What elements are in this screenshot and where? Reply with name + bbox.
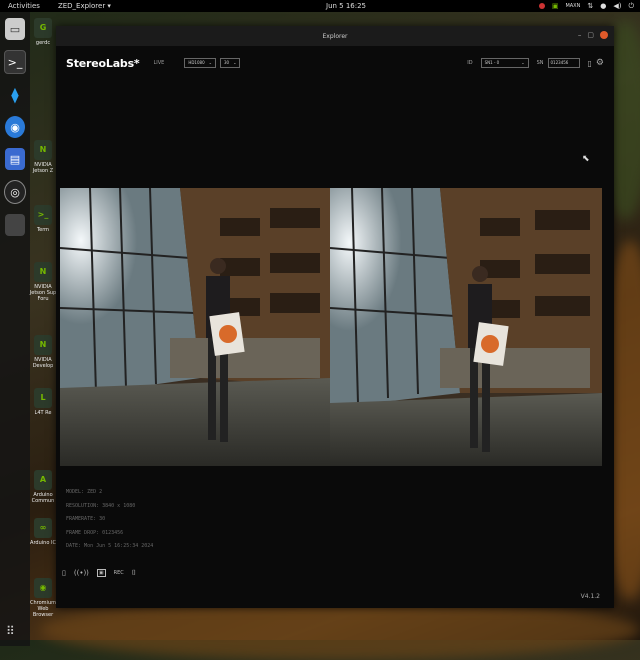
app-menu[interactable]: ZED_Explorer ▾ bbox=[58, 2, 111, 10]
stereo-view bbox=[60, 188, 602, 466]
app-blank-icon[interactable] bbox=[5, 214, 25, 236]
serial-select-value: SN1 - 0 bbox=[484, 60, 500, 65]
desktop-icon-label: NVIDIA Jetson Sup Foru bbox=[29, 284, 57, 302]
dock: ▭ >_ ⧫ ◉ ▤ ◎ ⠿ bbox=[0, 12, 30, 646]
nvidia-icon[interactable]: ▣ bbox=[552, 2, 559, 10]
chevron-down-icon: ⌄ bbox=[208, 60, 212, 65]
system-tray: ▣ MAXN ⇅ ● ◀) ⏻ bbox=[538, 2, 634, 11]
desktop-icon[interactable]: N NVIDIA Jetson Sup Foru bbox=[28, 262, 58, 302]
sn-input[interactable]: 0123456 bbox=[547, 58, 580, 68]
show-apps-icon[interactable]: ⠿ bbox=[6, 624, 15, 638]
desktop-app-icon: N bbox=[34, 262, 52, 282]
desktop-icon[interactable]: L L4T Re bbox=[28, 388, 58, 416]
vscode-icon[interactable]: ⧫ bbox=[5, 84, 25, 106]
rec-icon[interactable]: REC bbox=[114, 570, 124, 576]
desktop-icon[interactable]: A Arduino Commun bbox=[28, 470, 58, 504]
desktop-icon-label: Chromium Web Browser bbox=[30, 600, 56, 618]
desktop-app-icon: N bbox=[34, 140, 52, 160]
obs-icon[interactable]: ◎ bbox=[4, 180, 26, 204]
app-header: StereoLabs* LIVE HD1080 ⌄ 30 ⌄ ID SN1 - … bbox=[56, 46, 614, 80]
left-camera-view[interactable] bbox=[60, 188, 330, 466]
window-title: Explorer bbox=[322, 32, 348, 40]
close-icon[interactable] bbox=[600, 31, 608, 39]
resolution-select[interactable]: HD1080 ⌄ bbox=[184, 58, 216, 68]
folder-icon[interactable]: ▯ bbox=[62, 569, 66, 577]
desktop-icon[interactable]: >_ Term bbox=[28, 205, 58, 233]
chromium-icon[interactable]: ◉ bbox=[5, 116, 25, 138]
desktop-icon-label: NVIDIA Jetson Z bbox=[32, 162, 54, 174]
mouse-cursor-icon: ⬉ bbox=[582, 154, 590, 164]
desktop-icon[interactable]: ◉ Chromium Web Browser bbox=[28, 578, 58, 618]
clock[interactable]: Jun 5 16:25 bbox=[326, 2, 366, 10]
top-bar: Activities ZED_Explorer ▾ Jun 5 16:25 ▣ … bbox=[0, 0, 640, 12]
desktop-icon-label: gerdc bbox=[35, 40, 51, 46]
desktop-icon-label: Arduino IC bbox=[30, 540, 56, 546]
desktop-app-icon: G bbox=[34, 18, 52, 38]
title-bar[interactable]: Explorer – ▢ bbox=[56, 26, 614, 46]
info-framerate: FRAMERATE: 30 bbox=[66, 516, 106, 522]
text-editor-icon[interactable]: ▤ bbox=[5, 148, 25, 170]
mode-label: LIVE bbox=[153, 60, 165, 66]
version-label: V4.1.2 bbox=[580, 593, 600, 600]
desktop-app-icon: L bbox=[34, 388, 52, 408]
desktop-icon[interactable]: N NVIDIA Develop bbox=[28, 335, 58, 369]
volume-icon[interactable]: ◀) bbox=[613, 2, 621, 10]
info-model: MODEL: ZED 2 bbox=[66, 489, 103, 495]
fps-select-value: 30 bbox=[223, 60, 230, 65]
desktop-icon-label: NVIDIA Develop bbox=[32, 357, 54, 369]
stream-icon[interactable]: ((•)) bbox=[74, 569, 89, 577]
info-resolution: RESOLUTION: 3840 x 1080 bbox=[66, 502, 136, 509]
info-frame-drop: FRAME DROP: 0123456 bbox=[66, 529, 124, 536]
explorer-window: Explorer – ▢ StereoLabs* LIVE HD1080 ⌄ 3… bbox=[56, 26, 614, 608]
record-toggle-icon[interactable]: ▯ bbox=[588, 59, 592, 68]
desktop-app-icon: A bbox=[34, 470, 52, 490]
desktop-app-icon: N bbox=[34, 335, 52, 355]
sn-label: SN bbox=[536, 60, 544, 66]
settings-gear-icon[interactable]: ⚙ bbox=[596, 58, 604, 68]
bottom-toolbar: ▯ ((•)) ▣ REC ⌷ bbox=[56, 562, 620, 584]
desktop-icon[interactable]: N NVIDIA Jetson Z bbox=[28, 140, 58, 174]
record-icon[interactable] bbox=[538, 3, 545, 9]
info-date: DATE: Mon Jun 5 16:25:34 2024 bbox=[66, 543, 154, 549]
desktop-icon-label: L4T Re bbox=[34, 410, 52, 416]
desktop-icon[interactable]: Ggerdc bbox=[28, 18, 58, 46]
id-label: ID bbox=[467, 60, 473, 66]
power-mode-label[interactable]: MAXN bbox=[565, 3, 580, 9]
files-icon[interactable]: ▭ bbox=[5, 18, 25, 40]
activities-button[interactable]: Activities bbox=[8, 2, 40, 10]
desktop-icon[interactable]: ∞ Arduino IC bbox=[28, 518, 58, 546]
camera-info-panel: MODEL: ZED 2 RESOLUTION: 3840 x 1080 FRA… bbox=[66, 486, 153, 554]
resolution-select-value: HD1080 bbox=[188, 60, 205, 65]
desktop-app-icon: ∞ bbox=[34, 518, 52, 538]
terminal-icon[interactable]: >_ bbox=[4, 50, 26, 74]
brand-logo: StereoLabs* bbox=[66, 56, 140, 70]
mic-icon[interactable]: ● bbox=[600, 2, 606, 10]
desktop-app-icon: >_ bbox=[34, 205, 52, 225]
power-icon[interactable]: ⏻ bbox=[628, 2, 634, 11]
right-camera-view[interactable] bbox=[330, 188, 602, 466]
svo-icon[interactable]: ▣ bbox=[96, 569, 106, 577]
network-icon[interactable]: ⇅ bbox=[587, 2, 593, 10]
camera-icon[interactable]: ⌷ bbox=[132, 569, 136, 578]
minimize-icon[interactable]: – bbox=[578, 31, 582, 39]
serial-select[interactable]: SN1 - 0 ⌄ bbox=[480, 58, 529, 68]
chevron-down-icon: ⌄ bbox=[521, 60, 525, 65]
desktop-icon-label: Arduino Commun bbox=[31, 492, 55, 504]
desktop-icon-label: Term bbox=[36, 227, 50, 233]
maximize-icon[interactable]: ▢ bbox=[587, 31, 594, 39]
chevron-down-icon: ⌄ bbox=[233, 60, 237, 65]
fps-select[interactable]: 30 ⌄ bbox=[219, 58, 241, 68]
desktop-app-icon: ◉ bbox=[34, 578, 52, 598]
